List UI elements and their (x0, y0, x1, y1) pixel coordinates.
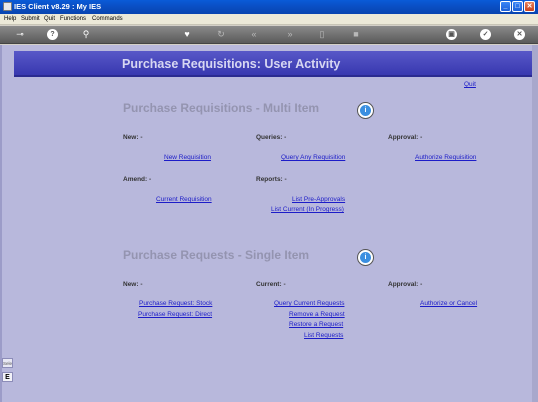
multi-amend-label: Amend: - (123, 176, 152, 183)
menu-commands[interactable]: Commands (92, 16, 123, 22)
purchase-request-direct-link[interactable]: Purchase Request: Direct (138, 311, 212, 318)
single-approval-label: Approval: - (388, 281, 423, 288)
menu-quit[interactable]: Quit (44, 16, 55, 22)
multi-item-section-title: Purchase Requisitions - Multi Item (123, 101, 320, 115)
remove-request-link[interactable]: Remove a Request (289, 311, 345, 318)
page-banner: Purchase Requisitions: User Activity (14, 51, 533, 77)
forward-icon[interactable]: » (283, 28, 297, 41)
window-titlebar: IES Client v8.29 : My IES _ □ ✕ (0, 0, 538, 14)
app-icon (3, 2, 12, 11)
quit-link[interactable]: Quit (464, 81, 476, 88)
lock-icon[interactable]: ▣ (446, 29, 457, 40)
heart-icon[interactable]: ♥ (180, 28, 194, 41)
key-icon[interactable]: ⊸ (10, 28, 30, 41)
left-edge-e-fragment[interactable]: E (2, 372, 13, 382)
maximize-button[interactable]: □ (512, 1, 523, 12)
single-new-label: New: - (123, 281, 143, 288)
left-edge-select-fragment[interactable]: Sele (2, 358, 13, 368)
back-icon[interactable]: « (247, 28, 261, 41)
toolbar-close-icon[interactable]: ✕ (514, 29, 525, 40)
multi-new-label: New: - (123, 134, 143, 141)
current-requisition-link[interactable]: Current Requisition (156, 196, 212, 203)
restore-request-link[interactable]: Restore a Request (289, 321, 343, 328)
right-scroll-edge[interactable] (532, 45, 538, 402)
list-requests-link[interactable]: List Requests (304, 332, 343, 339)
menu-functions[interactable]: Functions (60, 16, 86, 22)
list-current-link[interactable]: List Current (In Progress) (271, 206, 344, 213)
multi-queries-label: Queries: - (256, 134, 287, 141)
authorize-requisition-link[interactable]: Authorize Requisition (415, 154, 476, 161)
multi-reports-label: Reports: - (256, 176, 287, 183)
main-content: Purchase Requisitions: User Activity Qui… (0, 45, 538, 402)
query-any-requisition-link[interactable]: Query Any Requisition (281, 154, 345, 161)
menu-help[interactable]: Help (4, 16, 16, 22)
single-info-icon[interactable]: i (357, 249, 374, 266)
toolbar: ⊸ ? ⚲ ♥ ↻ « » ▯ ■ ▣ ✓ ✕ (0, 26, 538, 44)
minimize-button[interactable]: _ (500, 1, 511, 12)
query-current-requests-link[interactable]: Query Current Requests (274, 300, 344, 307)
check-icon[interactable]: ✓ (480, 29, 491, 40)
menu-bar: Help Submit Quit Functions Commands (0, 14, 538, 25)
refresh-icon[interactable]: ↻ (214, 28, 228, 41)
document-icon[interactable]: ▯ (315, 28, 329, 41)
single-current-label: Current: - (256, 281, 286, 288)
authorize-or-cancel-link[interactable]: Authorize or Cancel (420, 300, 477, 307)
close-button[interactable]: ✕ (524, 1, 535, 12)
help-icon[interactable]: ? (47, 29, 58, 40)
search-icon[interactable]: ⚲ (80, 28, 92, 41)
multi-approval-label: Approval: - (388, 134, 423, 141)
window-title: IES Client v8.29 : My IES (14, 2, 102, 11)
stop-icon[interactable]: ■ (349, 28, 363, 41)
new-requisition-link[interactable]: New Requisition (164, 154, 211, 161)
purchase-request-stock-link[interactable]: Purchase Request: Stock (139, 300, 212, 307)
menu-submit[interactable]: Submit (21, 16, 40, 22)
multi-info-icon[interactable]: i (357, 102, 374, 119)
list-pre-approvals-link[interactable]: List Pre-Approvals (292, 196, 345, 203)
single-item-section-title: Purchase Requests - Single Item (123, 248, 310, 262)
page-title: Purchase Requisitions: User Activity (122, 57, 341, 71)
